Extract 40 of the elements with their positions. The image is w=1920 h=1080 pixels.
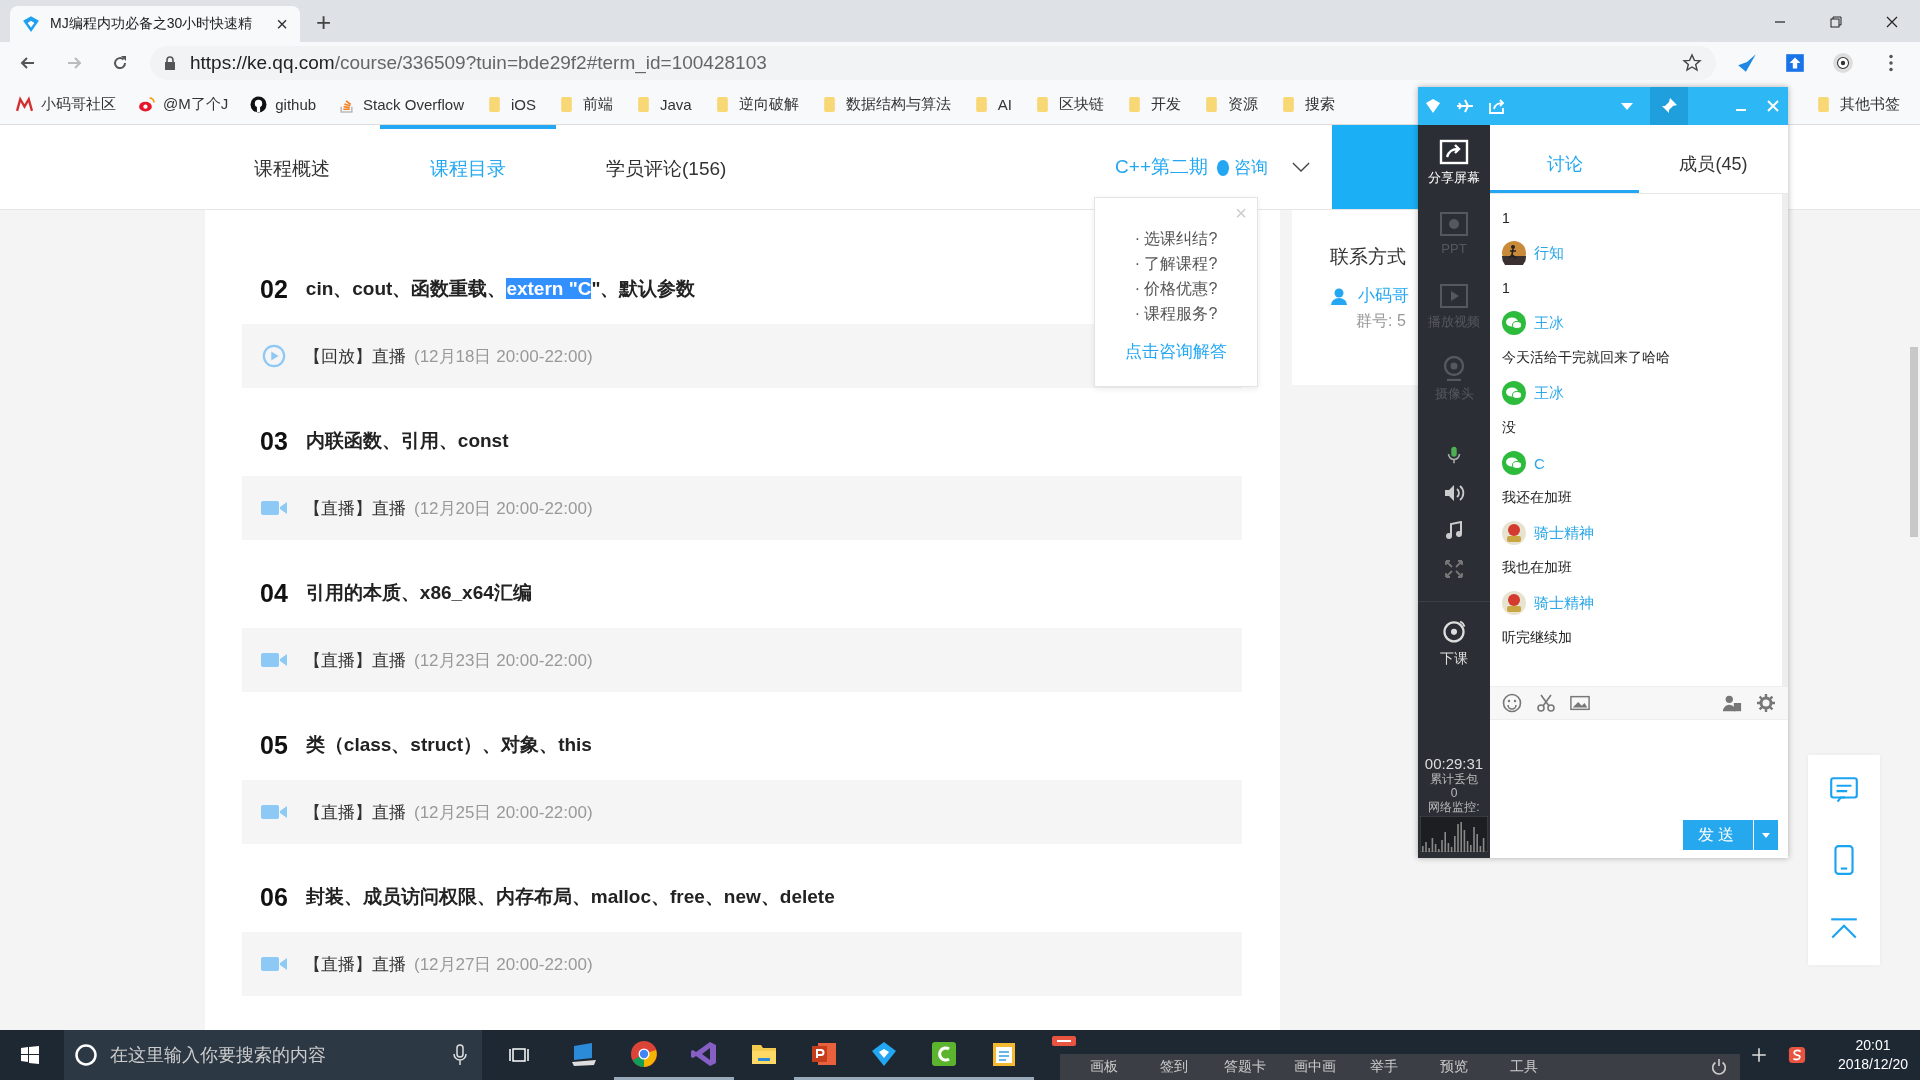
group-number: 群号: 5 [1356, 311, 1407, 331]
clock-date: 2018/12/20 [1837, 1055, 1908, 1074]
consult-question: · 价格优惠? [1134, 279, 1218, 299]
message-text: 没 [1502, 418, 1517, 437]
lesson-number: 06 [260, 882, 288, 912]
session-label: 【直播】直播 [304, 497, 406, 520]
session-label: 【直播】直播 [304, 801, 406, 824]
session-time: (12月27日 20:00-22:00) [414, 953, 593, 976]
session-time: (12月25日 20:00-22:00) [414, 801, 593, 824]
message-text: 1 [1502, 209, 1511, 228]
message-text: 我也在加班 [1502, 558, 1573, 577]
packet-loss-value: 0 [1450, 786, 1458, 800]
message-text: 1 [1502, 279, 1511, 298]
message-text: 我还在加班 [1502, 488, 1573, 507]
lesson-title: 引用的本质、x86_x64汇编 [305, 581, 532, 605]
lesson-number: 03 [260, 426, 288, 456]
network-monitor-label: 网络监控: [1428, 800, 1480, 814]
packet-loss-label: 累计丢包 [1430, 772, 1478, 786]
lesson-title: 类（class、struct）、对象、this [305, 733, 592, 757]
session-time: (12月18日 20:00-22:00) [414, 345, 593, 368]
session-label: 【直播】直播 [304, 953, 406, 976]
message-text: 听完继续加 [1502, 628, 1573, 647]
session-label: 【直播】直播 [304, 649, 406, 672]
tab-title: MJ编程内功必备之30小时快速精 [50, 15, 254, 33]
contact-heading: 联系方式 [1330, 245, 1407, 269]
lesson-number: 05 [260, 730, 288, 760]
session-label: 【回放】直播 [304, 345, 406, 368]
lesson-title: 内联函数、引用、const [305, 429, 509, 453]
clock-time: 20:01 [1855, 1036, 1891, 1055]
session-time: (12月20日 20:00-22:00) [414, 497, 593, 520]
lesson-title: cin、cout、函数重载、extern "C"、默认参数 [305, 277, 696, 301]
consult-question: · 课程服务? [1134, 304, 1218, 324]
consult-question: · 了解课程? [1134, 254, 1218, 274]
class-timer: 00:29:31 [1424, 755, 1484, 772]
session-time: (12月23日 20:00-22:00) [414, 649, 593, 672]
lesson-number: 04 [260, 578, 288, 608]
message-text: 今天活给干完就回来了哈哈 [1502, 348, 1671, 367]
consult-question: · 选课纠结? [1134, 229, 1218, 249]
lesson-number: 02 [260, 274, 288, 304]
lesson-title: 封装、成员访问权限、内存布局、malloc、free、new、delete [305, 885, 835, 909]
